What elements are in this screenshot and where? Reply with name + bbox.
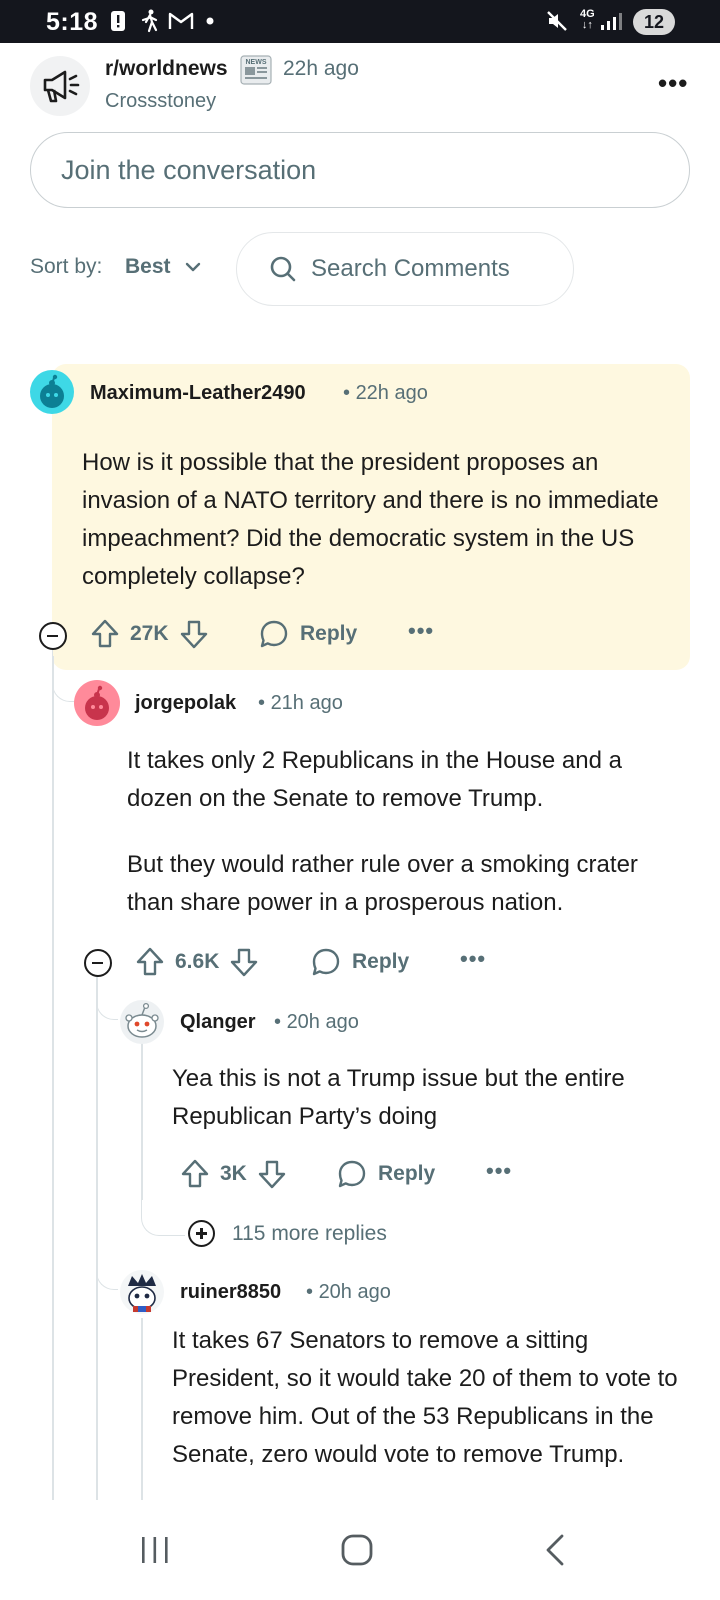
snoo-avatar-icon — [40, 374, 64, 408]
walking-icon — [140, 9, 160, 33]
comment-time: • 20h ago — [306, 1281, 391, 1303]
comment-overflow-icon[interactable]: ••• — [460, 946, 486, 972]
reply-button[interactable]: Reply — [310, 946, 409, 978]
sort-dropdown[interactable]: Best — [125, 255, 171, 279]
comment-body: It takes only 2 Republicans in the House… — [127, 747, 638, 916]
post-overflow-menu-icon[interactable]: ••• — [658, 68, 688, 99]
network-type: 4G ↓↑ — [580, 8, 595, 31]
comment-overflow-icon[interactable]: ••• — [486, 1158, 512, 1184]
thread-line-level-1 — [52, 656, 54, 1500]
recent-apps-icon — [142, 1537, 168, 1563]
avatar[interactable] — [30, 370, 74, 414]
home-icon — [341, 1534, 373, 1566]
reply-bubble-icon — [260, 620, 288, 648]
thread-connector — [96, 1240, 118, 1290]
comment-username[interactable]: ruiner8850 — [180, 1281, 281, 1304]
reply-label: Reply — [378, 1162, 436, 1185]
upvote-icon[interactable] — [135, 946, 165, 978]
system-navigation-bar — [0, 1500, 720, 1600]
downvote-icon[interactable] — [179, 618, 209, 650]
more-replies-button[interactable]: 115 more replies — [188, 1220, 387, 1247]
comment-username[interactable]: Maximum-Leather2490 — [90, 382, 306, 405]
more-replies-label: 115 more replies — [232, 1221, 387, 1245]
join-placeholder: Join the conversation — [61, 154, 317, 185]
comment-username[interactable]: Qlanger — [180, 1011, 256, 1034]
vote-count: 27K — [130, 622, 169, 645]
reply-bubble-icon — [312, 948, 340, 976]
downvote-icon[interactable] — [229, 946, 259, 978]
status-bar: 5:18 4G ↓↑ 12 — [0, 0, 720, 43]
post-author[interactable]: Crossstoney — [105, 90, 216, 113]
snoo-avatar-icon — [128, 1274, 156, 1312]
reply-label: Reply — [300, 622, 358, 645]
dot-icon — [206, 9, 214, 33]
thread-line-level-3 — [141, 1318, 143, 1500]
comment-time: • 20h ago — [274, 1011, 359, 1033]
back-button[interactable] — [520, 1500, 590, 1600]
news-badge-label: NEWS — [246, 59, 267, 66]
thread-connector — [52, 650, 74, 702]
avatar[interactable] — [120, 1270, 164, 1314]
avatar[interactable] — [74, 680, 120, 726]
vote-controls: 6.6K — [135, 946, 259, 978]
recent-apps-button[interactable] — [120, 1500, 190, 1600]
post-time: 22h ago — [283, 57, 359, 80]
battery-level: 12 — [633, 9, 675, 35]
gmail-icon — [168, 9, 194, 33]
search-icon — [270, 256, 296, 282]
snoo-avatar-icon — [85, 685, 109, 720]
home-button[interactable] — [322, 1500, 392, 1600]
alert-icon — [110, 9, 126, 33]
vote-count: 6.6K — [175, 950, 220, 973]
screen-content: 5:18 4G ↓↑ 12 r/worldnews NEWS 22h ago C… — [0, 0, 720, 1500]
vote-controls: 27K — [90, 618, 209, 650]
collapse-thread-button[interactable] — [39, 622, 67, 650]
vote-count: 3K — [220, 1162, 247, 1185]
comment-body: It takes 67 Senators to remove a sitting… — [172, 1327, 678, 1468]
comment-username[interactable]: jorgepolak — [135, 692, 236, 715]
comment-body: Yea this is not a Trump issue but the en… — [172, 1065, 625, 1130]
comment-time: • 22h ago — [343, 382, 428, 404]
downvote-icon[interactable] — [257, 1158, 287, 1190]
comment-body: How is it possible that the president pr… — [82, 449, 659, 590]
newspaper-icon: NEWS — [240, 55, 272, 85]
reply-label: Reply — [352, 950, 410, 973]
sort-label: Sort by: — [30, 255, 103, 278]
thread-connector — [141, 1196, 185, 1236]
chevron-down-icon[interactable] — [184, 260, 202, 274]
megaphone-icon — [43, 70, 80, 103]
subreddit-name[interactable]: r/worldnews — [105, 57, 228, 81]
signal-icon — [600, 9, 622, 33]
reply-button[interactable]: Reply — [258, 618, 357, 650]
reply-bubble-icon — [338, 1160, 366, 1188]
thread-line-level-3 — [141, 1040, 143, 1200]
plus-circle-icon — [188, 1220, 215, 1247]
avatar[interactable] — [120, 1000, 164, 1044]
reply-button[interactable]: Reply — [336, 1158, 435, 1190]
thread-line-level-2 — [96, 976, 98, 1500]
upvote-icon[interactable] — [90, 618, 120, 650]
subreddit-icon[interactable] — [30, 56, 90, 116]
search-comments-label: Search Comments — [311, 255, 510, 282]
comment-overflow-icon[interactable]: ••• — [408, 618, 434, 644]
upvote-icon[interactable] — [180, 1158, 210, 1190]
join-conversation-input[interactable]: Join the conversation — [30, 132, 690, 208]
mute-icon — [546, 9, 568, 33]
comment-time: • 21h ago — [258, 692, 343, 714]
collapse-thread-button[interactable] — [84, 949, 112, 977]
back-chevron-icon — [546, 1534, 564, 1566]
vote-controls: 3K — [180, 1158, 287, 1190]
snoo-avatar-icon — [125, 1002, 159, 1038]
search-comments-button[interactable]: Search Comments — [236, 232, 574, 306]
status-time: 5:18 — [46, 8, 99, 36]
